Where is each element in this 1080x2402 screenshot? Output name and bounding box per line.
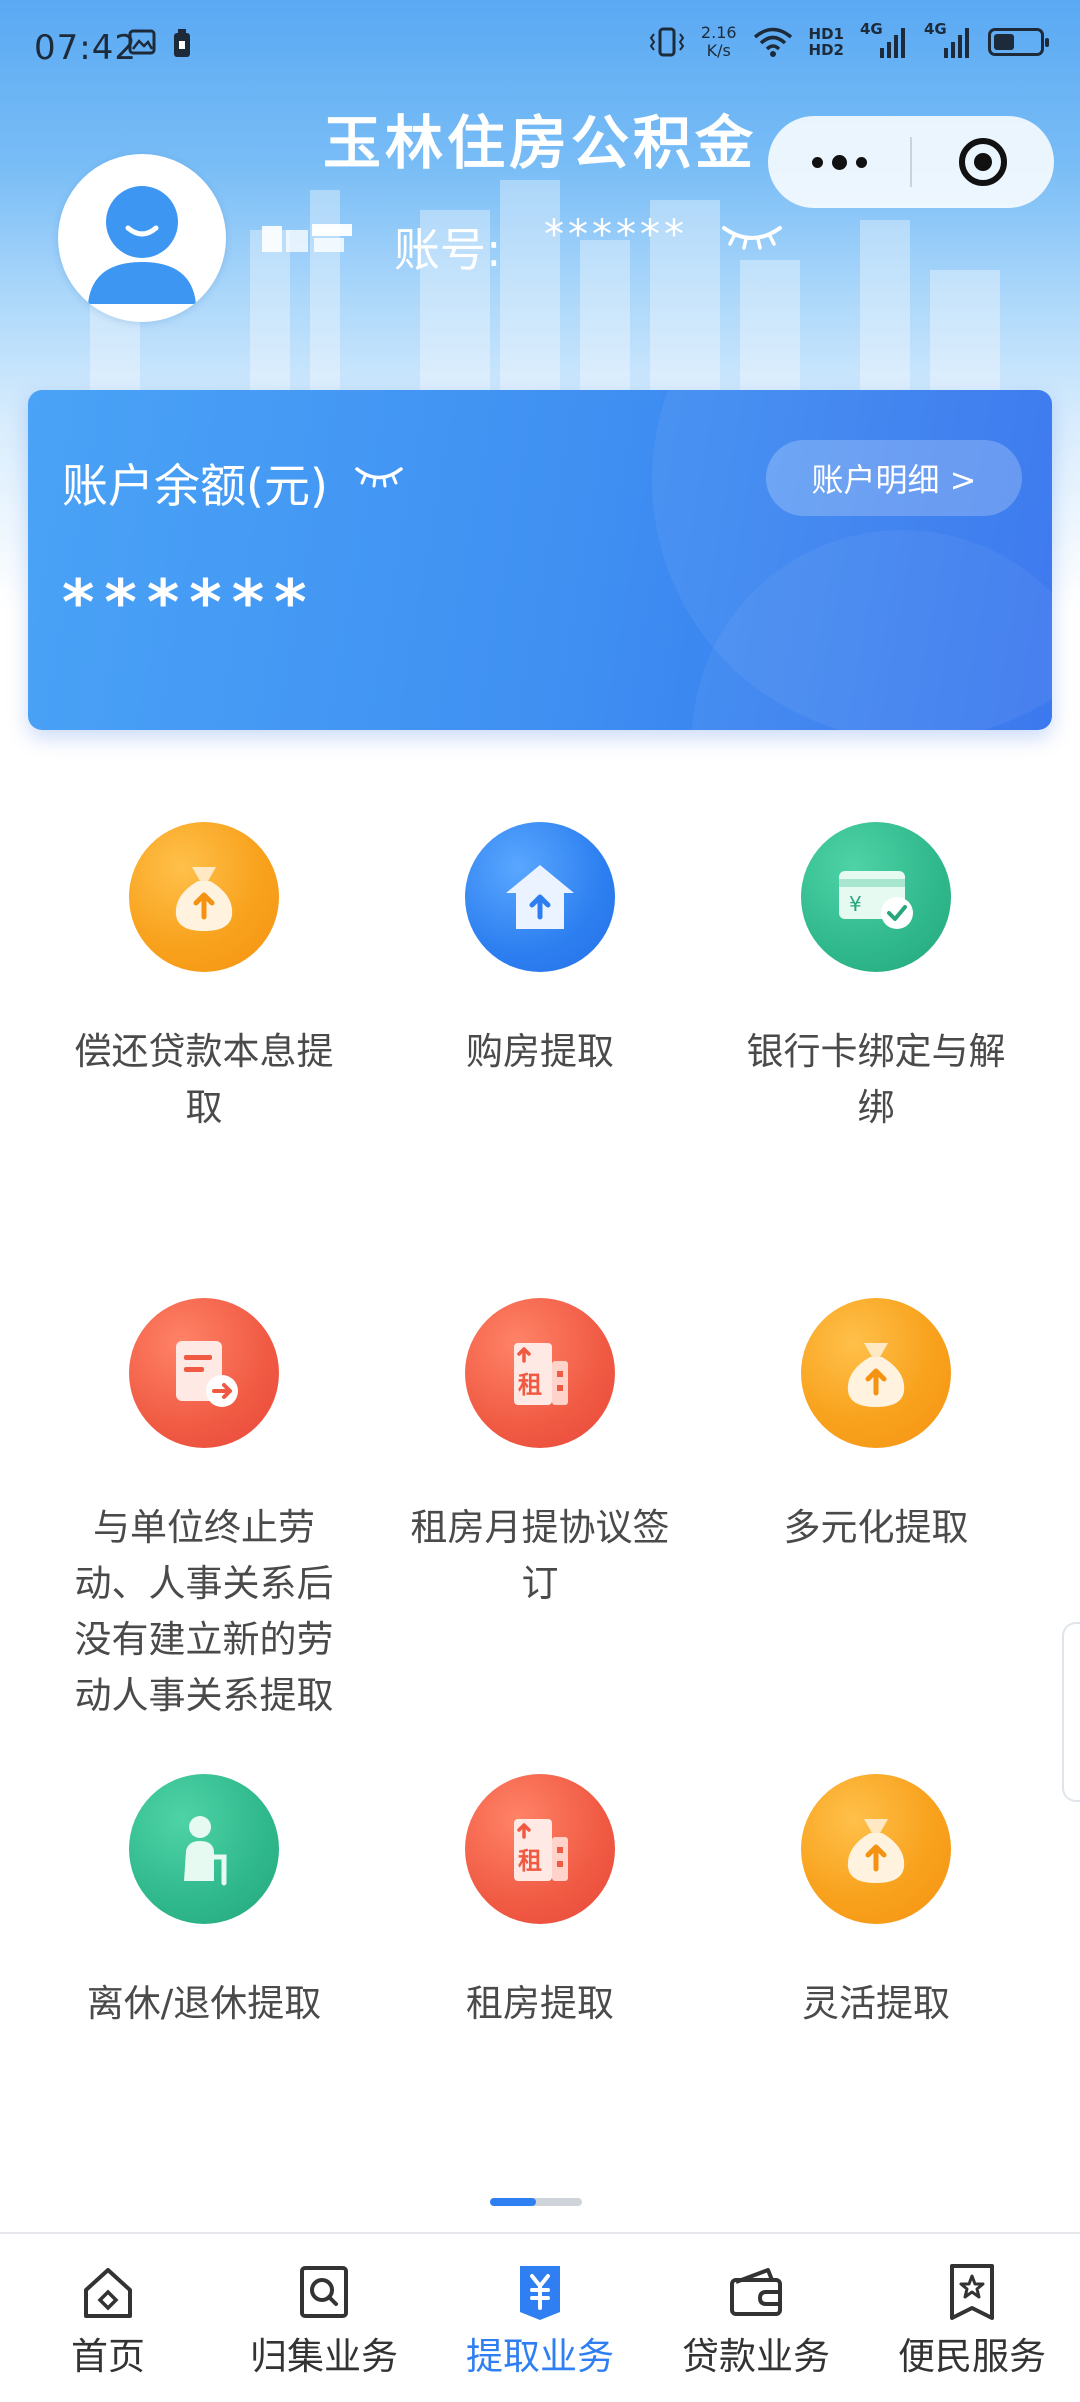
battery-icon xyxy=(988,28,1049,56)
signal-bars-icon xyxy=(944,28,969,58)
battery-saver-notification-icon xyxy=(174,29,190,57)
balance-value: ****** xyxy=(62,566,317,639)
service-label: 租房月提协议签订 xyxy=(410,1506,670,1605)
tab-loan-business[interactable]: 贷款业务 xyxy=(648,2234,864,2402)
service-rent-withdraw[interactable]: 租 租房提取 xyxy=(372,1774,708,2032)
balance-card: 账户余额(元) 账户明细 > ****** xyxy=(28,390,1052,730)
status-time: 07:42 xyxy=(34,28,137,68)
more-dot-icon xyxy=(855,156,867,168)
wifi-icon xyxy=(753,27,792,57)
service-label: 与单位终止劳动、人事关系后没有建立新的劳动人事关系提取 xyxy=(74,1506,334,1717)
network-speed-unit: K/s xyxy=(706,41,731,60)
target-circle-icon xyxy=(959,138,1007,186)
service-label: 离休/退休提取 xyxy=(86,1982,322,2025)
rent-glyph: 租 xyxy=(518,1847,542,1875)
money-bag-icon xyxy=(801,1298,951,1448)
rent-building-icon: 租 xyxy=(465,1298,615,1448)
hd1-label: HD1 xyxy=(808,25,844,43)
tab-convenience-services[interactable]: 便民服务 xyxy=(864,2234,1080,2402)
bank-card-check-icon: ¥ xyxy=(801,822,951,972)
elderly-person-icon xyxy=(129,1774,279,1924)
service-flexible-withdraw[interactable]: 灵活提取 xyxy=(708,1774,1044,2032)
vibrate-icon xyxy=(649,27,685,57)
tab-label: 首页 xyxy=(71,2335,145,2378)
avatar[interactable] xyxy=(58,154,226,322)
user-name-redacted xyxy=(262,224,352,252)
page-indicator xyxy=(490,2198,582,2206)
service-repay-loan-withdraw[interactable]: 偿还贷款本息提取 xyxy=(36,822,372,1136)
tab-label: 提取业务 xyxy=(466,2335,614,2378)
yen-bookmark-icon xyxy=(520,2266,560,2320)
eye-closed-icon[interactable] xyxy=(354,464,404,490)
account-value: ****** xyxy=(544,212,688,258)
more-button[interactable] xyxy=(768,116,910,208)
battery-level xyxy=(994,34,1014,50)
service-label: 银行卡绑定与解绑 xyxy=(746,1030,1006,1129)
account-detail-button[interactable]: 账户明细 > xyxy=(766,440,1022,516)
mini-program-capsule xyxy=(768,116,1054,208)
signal-sim1: 4G xyxy=(860,20,908,60)
service-bank-card-binding[interactable]: ¥ 银行卡绑定与解绑 xyxy=(708,822,1044,1136)
yen-glyph: ¥ xyxy=(849,892,862,916)
money-bag-icon xyxy=(129,822,279,972)
service-label: 租房提取 xyxy=(466,1982,614,2025)
bottom-tab-bar: 首页 归集业务 提取业务 贷款业务 便民服务 xyxy=(0,2232,1080,2402)
wallet-icon xyxy=(730,2268,782,2316)
tab-label: 贷款业务 xyxy=(682,2335,830,2378)
network-speed-value: 2.16 xyxy=(700,23,737,42)
service-diversified-withdraw[interactable]: 多元化提取 xyxy=(708,1298,1044,1556)
service-label: 购房提取 xyxy=(466,1030,614,1073)
tab-collection-business[interactable]: 归集业务 xyxy=(216,2234,432,2402)
money-bag-icon xyxy=(801,1774,951,1924)
search-doc-icon xyxy=(300,2266,348,2318)
side-drawer-handle[interactable] xyxy=(1062,1622,1080,1802)
gallery-notification-icon xyxy=(128,29,156,55)
hd-indicator: HD1 HD2 xyxy=(809,26,844,58)
service-house-purchase-withdraw[interactable]: 购房提取 xyxy=(372,822,708,1080)
balance-label: 账户余额(元) xyxy=(62,459,328,513)
tab-label: 便民服务 xyxy=(898,2335,1046,2378)
tab-home[interactable]: 首页 xyxy=(0,2234,216,2402)
service-label: 多元化提取 xyxy=(783,1506,969,1549)
rent-building-icon: 租 xyxy=(465,1774,615,1924)
status-bar: 07:42 2.16 K/s HD1 HD2 4G 4G xyxy=(0,0,1080,96)
more-dot-icon xyxy=(831,154,847,170)
user-avatar-icon xyxy=(88,186,196,304)
signal-bars-icon xyxy=(880,28,905,58)
service-terminate-labor-withdraw[interactable]: 与单位终止劳动、人事关系后没有建立新的劳动人事关系提取 xyxy=(36,1298,372,1724)
service-retirement-withdraw[interactable]: 离休/退休提取 xyxy=(36,1774,372,2032)
signal-sim2: 4G xyxy=(924,20,972,60)
tab-label: 归集业务 xyxy=(250,2335,398,2378)
star-bookmark-icon xyxy=(950,2264,994,2320)
service-label: 偿还贷款本息提取 xyxy=(74,1030,334,1129)
close-mini-program-button[interactable] xyxy=(912,116,1054,208)
more-dot-icon xyxy=(811,156,823,168)
home-icon xyxy=(84,2268,132,2318)
document-exit-icon xyxy=(129,1298,279,1448)
network-speed: 2.16 K/s xyxy=(701,24,737,60)
hd2-label: HD2 xyxy=(808,41,844,59)
rent-glyph: 租 xyxy=(518,1371,542,1399)
tab-withdraw-business[interactable]: 提取业务 xyxy=(432,2234,648,2402)
page-indicator-active xyxy=(490,2198,536,2206)
service-rent-monthly-agreement[interactable]: 租 租房月提协议签订 xyxy=(372,1298,708,1612)
service-label: 灵活提取 xyxy=(802,1982,950,2025)
account-label: 账号: xyxy=(394,223,502,277)
eye-closed-icon[interactable] xyxy=(720,222,784,252)
house-upload-icon xyxy=(465,822,615,972)
